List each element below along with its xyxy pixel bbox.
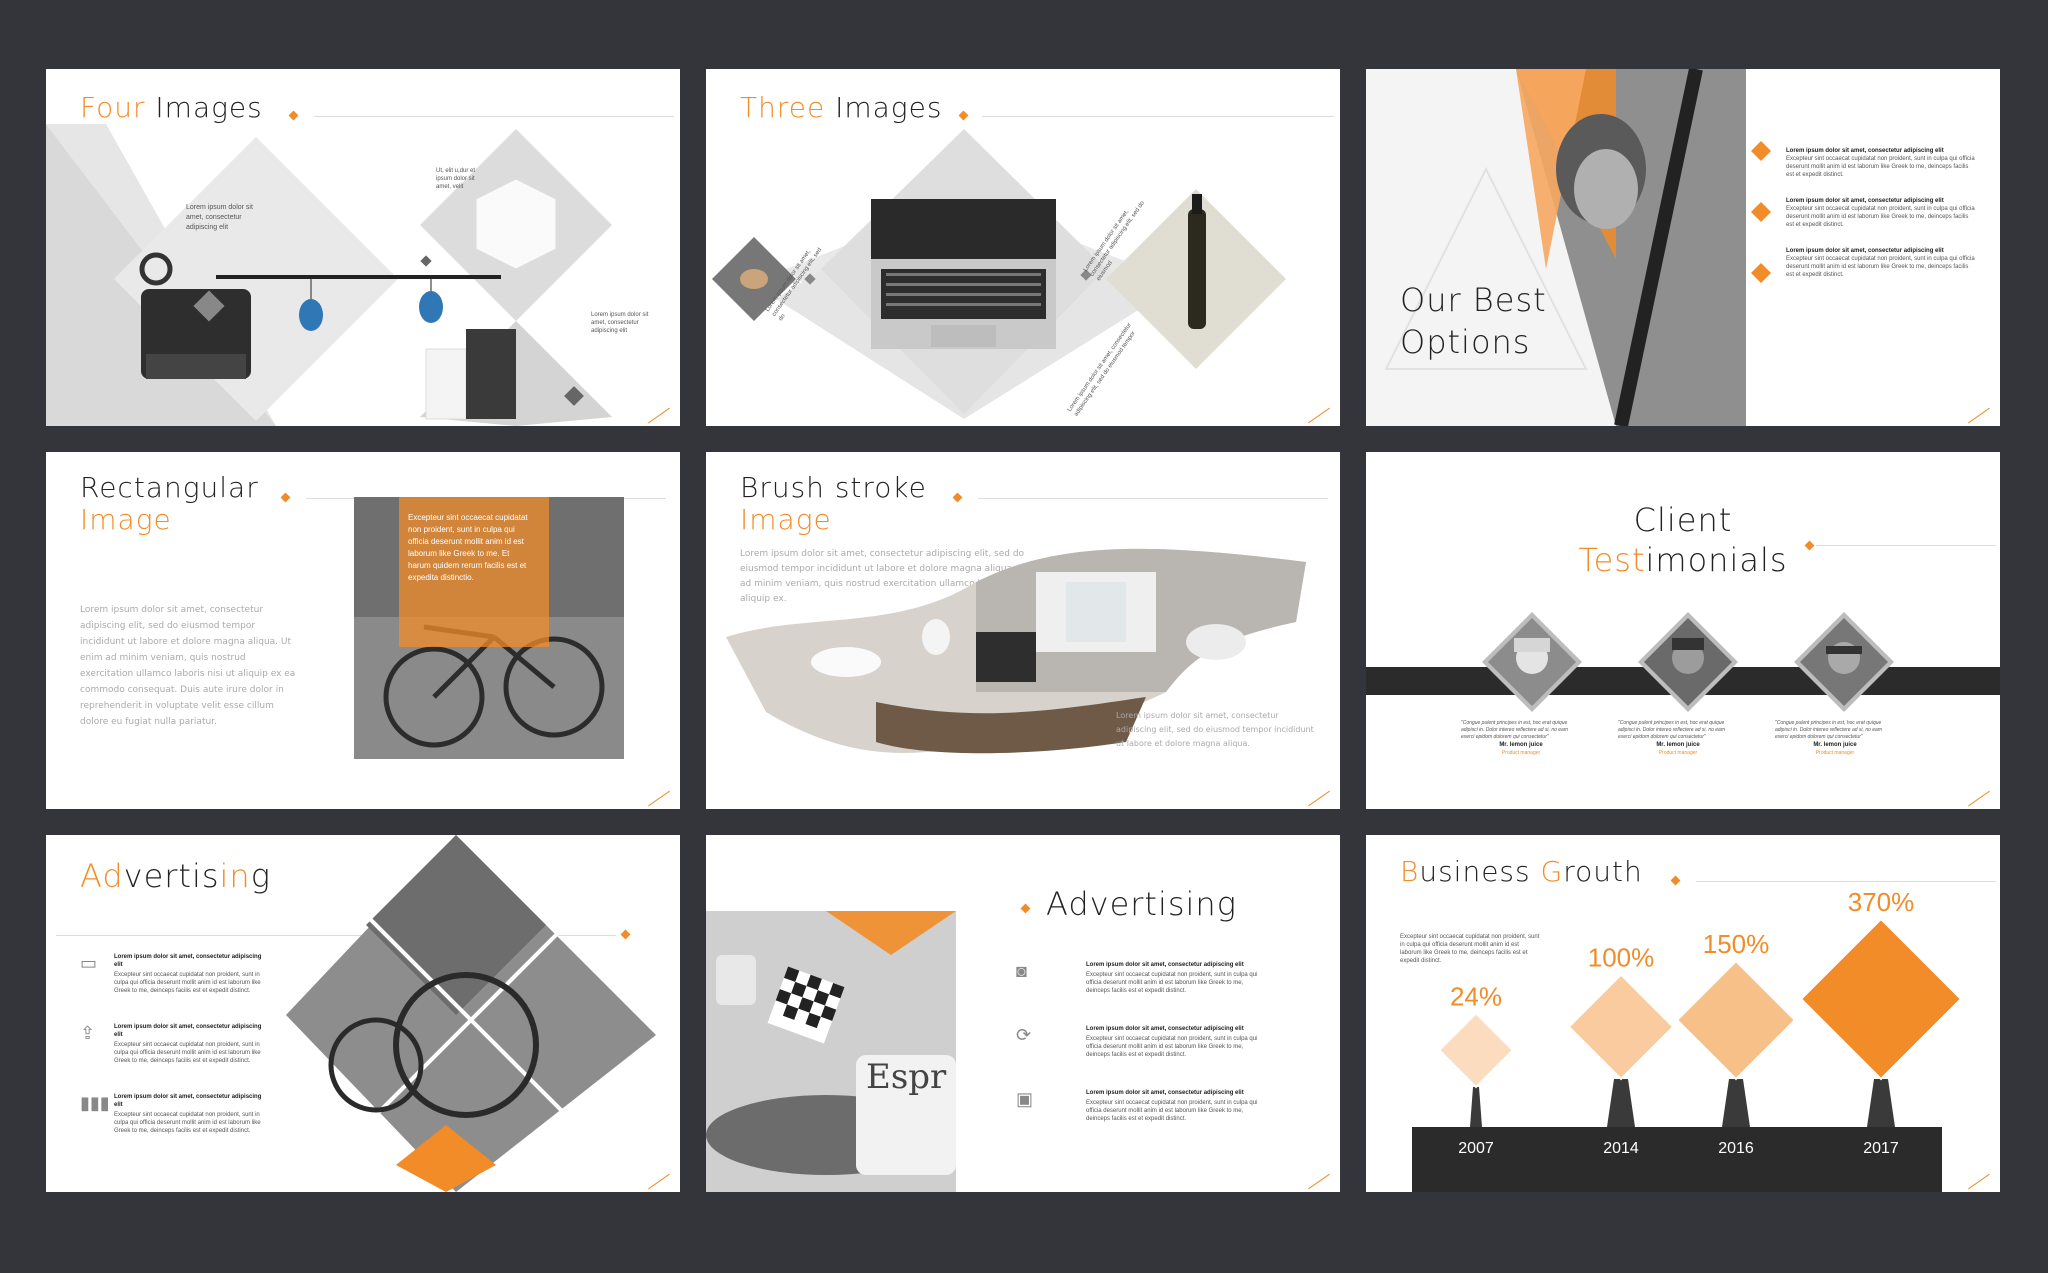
bicycle-diamond-photo (286, 835, 656, 1192)
slide-title: Our Best Options (1400, 281, 1547, 361)
growth-year-label: 2014 (1603, 1140, 1639, 1157)
growth-bar (1675, 959, 1797, 1081)
mug-text: Espr (866, 1057, 947, 1097)
brush-body-2: Lorem ipsum dolor sit amet, consectetur … (1116, 711, 1314, 748)
advertising-list: ▭ Lorem ipsum dolor sit amet, consectetu… (80, 953, 280, 1163)
three-images-graphic (712, 129, 1286, 419)
advertising-item: ◙ Lorem ipsum dolor sit amet, consectetu… (1016, 961, 1258, 994)
growth-stem (1867, 1079, 1895, 1127)
four-text-1: Lorem ipsum dolor sit amet, consectetur … (186, 204, 253, 231)
chart-base-band (1412, 1127, 1942, 1192)
slide-four-images[interactable]: Four Images Lorem ipsum dolor sit amet, … (46, 69, 680, 426)
slide-title: Client Testimonials (1578, 501, 1788, 579)
slide-advertising-espresso[interactable]: Espr Advertising ◙ Lorem ipsum dolor sit… (706, 835, 1340, 1192)
upload-icon: ⇪ (80, 1023, 96, 1043)
testimonial-3: "Congue pulent principes in est, hoc era… (1775, 720, 1882, 756)
growth-year-label: 2016 (1718, 1140, 1754, 1157)
slide-business-growth[interactable]: Business Grouth Excepteur sint occaecat … (1366, 835, 2000, 1192)
testimonial-1: "Congue pulent principes in est, hoc era… (1461, 720, 1568, 756)
four-text-3: Lorem ipsum dolor sit amet, consectetur … (591, 312, 649, 334)
slide-rectangular-image[interactable]: Rectangular Image Lorem ipsum dolor sit … (46, 452, 680, 809)
advertising-item: ▣ Lorem ipsum dolor sit amet, consectetu… (1016, 1089, 1258, 1122)
growth-value-label: 24% (1450, 981, 1502, 1011)
growth-bar (1799, 917, 1963, 1081)
testimonial-2: "Congue pulent principes in est, hoc era… (1618, 720, 1725, 756)
camera-icon: ◙ (1016, 961, 1027, 981)
growth-value-label: 150% (1703, 929, 1770, 959)
slide-title: Rectangular Image (80, 471, 259, 536)
page-mark (1968, 790, 1990, 807)
option-item: Lorem ipsum dolor sit amet, consectetur … (1786, 248, 1975, 278)
slide-title: Advertising (80, 857, 271, 895)
monitor-icon: ▭ (80, 953, 98, 973)
page-mark (1308, 790, 1330, 807)
slide-three-images[interactable]: Three Images Lorem ipsum dolor sit amet, (706, 69, 1340, 426)
title-dot (952, 492, 963, 503)
slide-title: Brush stroke Image (740, 471, 927, 536)
growth-year-label: 2017 (1863, 1140, 1899, 1157)
four-text-2: Ut, elit u,dur et ipsum dolor sit amet, … (436, 168, 476, 190)
advertising-item: ▭ Lorem ipsum dolor sit amet, consectetu… (80, 953, 262, 994)
option-item: Lorem ipsum dolor sit amet, consectetur … (1786, 148, 1975, 178)
growth-value-label: 100% (1588, 943, 1655, 973)
title-rule (978, 498, 1328, 499)
growth-value-label: 370% (1848, 887, 1915, 917)
growth-bar (1437, 1012, 1515, 1089)
growth-year-label: 2007 (1458, 1140, 1494, 1157)
growth-stem (1607, 1079, 1635, 1127)
advertising-item: ⇪ Lorem ipsum dolor sit amet, consectetu… (80, 1023, 262, 1064)
title-dot (1020, 903, 1031, 914)
growth-stem (1470, 1087, 1482, 1127)
rect-overlay-text: Excepteur sint occaecat cupidatat non pr… (408, 513, 528, 582)
chat-icon: ▣ (1016, 1089, 1034, 1109)
testimonial-portraits (1482, 612, 1894, 712)
page-mark (1308, 1173, 1330, 1190)
espresso-photo (706, 911, 956, 1192)
four-images-graphic (46, 124, 612, 426)
advertising-item: ▮▮▮ Lorem ipsum dolor sit amet, consecte… (80, 1093, 262, 1134)
growth-chart: 24% 2007 100% 2014 150% 2016 370% 2017 (1412, 887, 1963, 1192)
slide-best-options[interactable]: Our Best Options Lorem ipsum dolor sit a… (1366, 69, 2000, 426)
title-dot (280, 492, 291, 503)
rect-body: Lorem ipsum dolor sit amet, consectetur … (80, 605, 296, 727)
slide-advertising-bicycle[interactable]: Advertising ▭ Lorem ipsum dolor sit amet… (46, 835, 680, 1192)
growth-bar (1567, 973, 1675, 1081)
options-list: Lorem ipsum dolor sit amet, consectetur … (1786, 147, 1976, 279)
bar-chart-icon: ▮▮▮ (80, 1093, 110, 1113)
growth-stem (1722, 1079, 1750, 1127)
slide-brush-stroke[interactable]: Brush stroke Image Lorem ipsum dolor sit… (706, 452, 1340, 809)
advertising-item: ⟳ Lorem ipsum dolor sit amet, consectetu… (1016, 1025, 1258, 1058)
refresh-icon: ⟳ (1016, 1025, 1032, 1045)
advertising-list: ◙ Lorem ipsum dolor sit amet, consectetu… (1016, 961, 1276, 1153)
option-item: Lorem ipsum dolor sit amet, consectetur … (1786, 198, 1975, 228)
slide-title: Advertising (1046, 885, 1237, 923)
title-rule (1816, 545, 1996, 546)
title-rule (314, 116, 674, 117)
slide-client-testimonials[interactable]: Client Testimonials "Congue pulent princ… (1366, 452, 2000, 809)
page-mark (648, 790, 670, 807)
